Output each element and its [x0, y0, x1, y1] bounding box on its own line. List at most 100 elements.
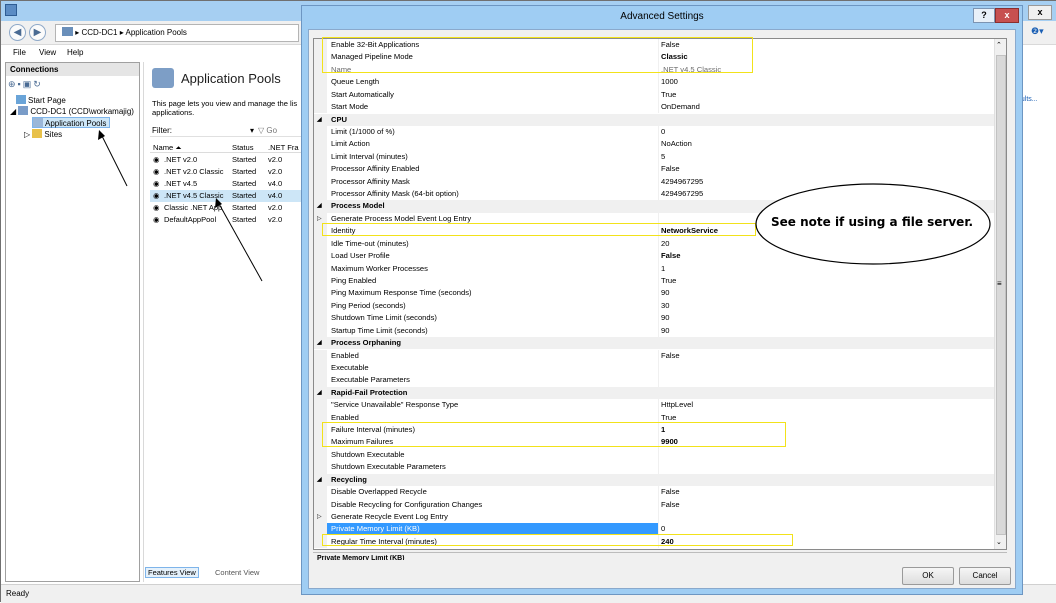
- property-value[interactable]: 240: [661, 536, 674, 548]
- property-value[interactable]: 90: [661, 287, 669, 299]
- property-row[interactable]: Shutdown Executable Parameters: [314, 461, 994, 474]
- property-row[interactable]: Executable Parameters: [314, 374, 994, 387]
- property-value[interactable]: Classic: [661, 51, 688, 63]
- category-row[interactable]: ◢ CPU: [314, 113, 994, 126]
- property-row[interactable]: Executable: [314, 361, 994, 375]
- property-row[interactable]: Managed Pipeline Mode Classic: [314, 51, 994, 64]
- property-row[interactable]: "Service Unavailable" Response Type HttpL…: [314, 399, 994, 412]
- breadcrumb-server[interactable]: CCD-DC1: [81, 28, 117, 37]
- property-row-selected[interactable]: Private Memory Limit (KB) 0: [314, 523, 994, 536]
- property-value[interactable]: NetworkService: [661, 225, 718, 237]
- property-row[interactable]: Maximum Failures 9900: [314, 436, 994, 449]
- cancel-button[interactable]: Cancel: [959, 567, 1011, 585]
- property-row[interactable]: Start Automatically True: [314, 88, 994, 102]
- col-framework[interactable]: .NET Fra: [268, 143, 299, 152]
- property-row[interactable]: Limit Action NoAction: [314, 138, 994, 151]
- property-value[interactable]: 4294967295: [661, 188, 703, 200]
- scroll-up-icon[interactable]: ⌃: [996, 41, 1002, 49]
- property-value[interactable]: 5: [661, 151, 665, 163]
- tree-application-pools[interactable]: Application Pools: [32, 117, 111, 128]
- category-row[interactable]: ◢ Recycling: [314, 473, 994, 487]
- property-value[interactable]: False: [661, 163, 680, 175]
- iis-close-button[interactable]: x: [1028, 5, 1052, 20]
- col-status[interactable]: Status: [232, 143, 254, 152]
- tree-server[interactable]: ◢ CCD-DC1 (CCD\workamajig): [10, 106, 134, 117]
- property-value[interactable]: True: [661, 412, 676, 424]
- breadcrumb-app-pools[interactable]: Application Pools: [126, 28, 187, 37]
- property-row[interactable]: Regular Time Interval (minutes) 240: [314, 535, 994, 549]
- property-value[interactable]: HttpLevel: [661, 399, 693, 411]
- property-value[interactable]: False: [661, 499, 680, 511]
- pool-row[interactable]: ◉ .NET v2.0 Started v2.0: [150, 154, 302, 166]
- property-row[interactable]: Disable Overlapped Recycle False: [314, 486, 994, 499]
- collapse-icon[interactable]: ◢: [317, 387, 322, 399]
- back-icon[interactable]: ◀: [9, 24, 26, 41]
- filter-dropdown-icon[interactable]: ▾: [250, 126, 254, 135]
- refresh-icon[interactable]: ↻: [33, 79, 43, 89]
- dialog-close-button[interactable]: x: [995, 8, 1019, 23]
- scroll-down-icon[interactable]: ⌄: [996, 538, 1002, 546]
- property-value[interactable]: True: [661, 275, 676, 287]
- property-row[interactable]: Disable Recycling for Configuration Chan…: [314, 498, 994, 511]
- property-value[interactable]: 20: [661, 238, 669, 250]
- tree-start-page[interactable]: Start Page: [16, 95, 66, 106]
- breadcrumb[interactable]: ▸ CCD-DC1 ▸ Application Pools: [55, 24, 299, 42]
- property-value[interactable]: 1000: [661, 76, 678, 88]
- property-value[interactable]: 30: [661, 300, 669, 312]
- pool-row[interactable]: ◉ .NET v2.0 Classic Started v2.0: [150, 166, 302, 178]
- property-value[interactable]: False: [661, 39, 680, 51]
- forward-icon[interactable]: ▶: [29, 24, 46, 41]
- menu-help[interactable]: Help: [67, 48, 83, 57]
- property-value[interactable]: False: [661, 350, 680, 362]
- collapse-icon[interactable]: ◢: [317, 200, 322, 212]
- category-row[interactable]: ◢ Process Orphaning: [314, 337, 994, 350]
- category-row[interactable]: ◢ Rapid-Fail Protection: [314, 386, 994, 400]
- property-row[interactable]: Processor Affinity Enabled False: [314, 163, 994, 176]
- go-button[interactable]: ▽ Go: [258, 126, 277, 135]
- property-row[interactable]: Ping Enabled True: [314, 274, 994, 288]
- menu-file[interactable]: File: [13, 48, 26, 57]
- pool-row[interactable]: ◉ .NET v4.5 Started v4.0: [150, 178, 302, 190]
- vertical-scrollbar[interactable]: ⌃ ≡ ⌄: [994, 39, 1006, 549]
- content-view-tab[interactable]: Content View: [215, 568, 259, 577]
- property-value[interactable]: 90: [661, 312, 669, 324]
- connect-icon[interactable]: ⊕: [8, 79, 18, 89]
- property-row[interactable]: Ping Period (seconds) 30: [314, 299, 994, 313]
- menu-view[interactable]: View: [39, 48, 56, 57]
- help-icon[interactable]: ❷▾: [1031, 26, 1044, 37]
- property-value[interactable]: OnDemand: [661, 101, 700, 113]
- property-value[interactable]: 0: [661, 126, 665, 138]
- property-value[interactable]: NoAction: [661, 138, 692, 150]
- property-row[interactable]: Start Mode OnDemand: [314, 101, 994, 114]
- property-value[interactable]: 0: [661, 523, 665, 535]
- scroll-thumb[interactable]: [996, 55, 1006, 535]
- property-row[interactable]: Enable 32-Bit Applications False: [314, 39, 994, 52]
- dialog-help-button[interactable]: ?: [973, 8, 995, 23]
- property-value[interactable]: .NET v4.5 Classic: [661, 64, 721, 76]
- property-value[interactable]: 90: [661, 325, 669, 337]
- property-row[interactable]: Enabled True: [314, 411, 994, 424]
- col-name[interactable]: Name ⏶: [153, 143, 181, 153]
- property-value[interactable]: False: [661, 250, 680, 262]
- property-row[interactable]: Ping Maximum Response Time (seconds) 90: [314, 287, 994, 300]
- property-value[interactable]: True: [661, 89, 676, 101]
- pool-row-selected[interactable]: ◉ .NET v4.5 Classic Started v4.0: [150, 190, 302, 202]
- expand-icon[interactable]: ▷: [317, 213, 322, 225]
- collapse-icon[interactable]: ◢: [317, 114, 322, 126]
- property-value[interactable]: 4294967295: [661, 176, 703, 188]
- property-row[interactable]: ▷ Generate Recycle Event Log Entry: [314, 510, 994, 524]
- property-row[interactable]: Startup Time Limit (seconds) 90: [314, 324, 994, 338]
- ok-button[interactable]: OK: [902, 567, 954, 585]
- property-value[interactable]: False: [661, 486, 680, 498]
- property-row[interactable]: Shutdown Time Limit (seconds) 90: [314, 312, 994, 325]
- folder-icon[interactable]: ▣: [23, 79, 34, 89]
- property-row[interactable]: Limit (1/1000 of %) 0: [314, 125, 994, 139]
- property-row[interactable]: Name .NET v4.5 Classic: [314, 63, 994, 77]
- features-view-tab[interactable]: Features View: [145, 567, 199, 578]
- property-row[interactable]: Limit Interval (minutes) 5: [314, 150, 994, 164]
- property-value[interactable]: 9900: [661, 436, 678, 448]
- pool-row[interactable]: ◉ Classic .NET App Started v2.0: [150, 202, 302, 214]
- property-value[interactable]: 1: [661, 263, 665, 275]
- expand-icon[interactable]: ▷: [317, 511, 322, 523]
- property-row[interactable]: Failure Interval (minutes) 1: [314, 424, 994, 437]
